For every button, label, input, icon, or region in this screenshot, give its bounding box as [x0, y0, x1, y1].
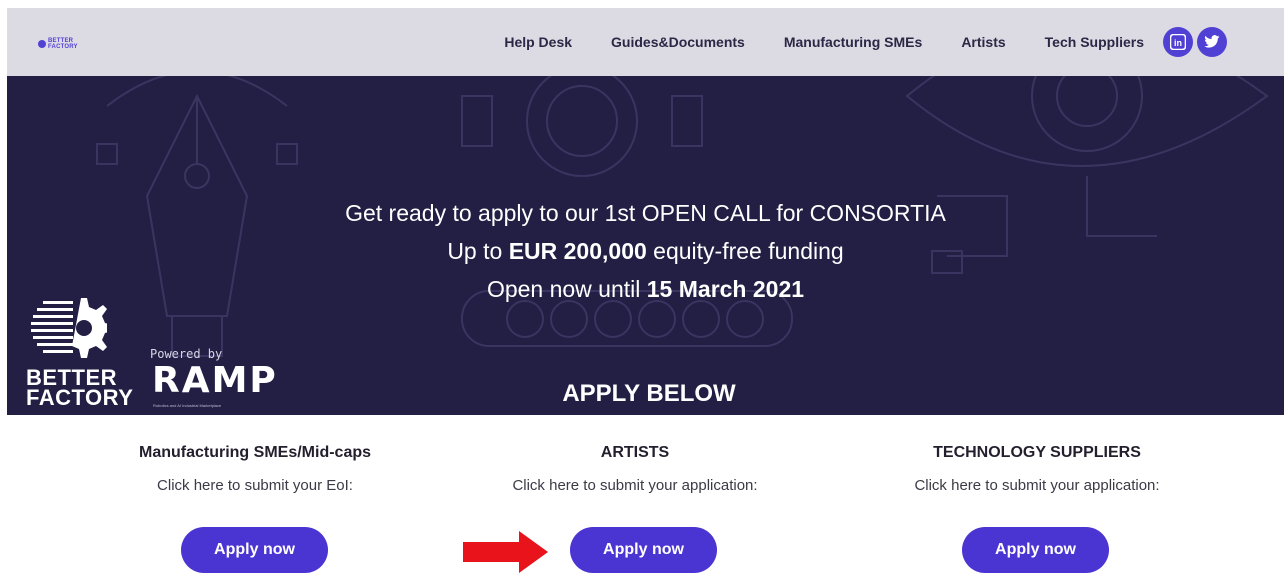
- apply-below-heading: APPLY BELOW: [562, 380, 736, 407]
- top-nav: BETTER FACTORY Help Desk Guides&Document…: [7, 8, 1284, 76]
- column-title: ARTISTS: [600, 444, 670, 461]
- column-subtitle: Click here to submit your application:: [914, 477, 1160, 494]
- red-arrow-icon: [463, 531, 548, 573]
- linkedin-icon[interactable]: in: [1163, 27, 1193, 57]
- column-subtitle: Click here to submit your application:: [512, 477, 758, 494]
- hero-line-1: Get ready to apply to our 1st OPEN CALL …: [345, 200, 946, 226]
- hero-funding-amount: EUR 200,000: [508, 238, 647, 264]
- nav-link-tech-suppliers[interactable]: Tech Suppliers: [1045, 34, 1144, 50]
- better-factory-gear-icon: [31, 298, 107, 358]
- hero-banner: Get ready to apply to our 1st OPEN CALL …: [7, 76, 1284, 415]
- nav-link-manufacturing-smes[interactable]: Manufacturing SMEs: [784, 34, 922, 50]
- powered-by-label: Powered by: [150, 347, 223, 361]
- apply-now-button-tech-suppliers[interactable]: Apply now: [962, 527, 1109, 573]
- nav-link-guides[interactable]: Guides&Documents: [611, 34, 745, 50]
- apply-now-button-artists[interactable]: Apply now: [570, 527, 717, 573]
- column-technology-suppliers: TECHNOLOGY SUPPLIERS Click here to submi…: [882, 440, 1192, 573]
- hero-line-3-pre: Open now until: [486, 276, 647, 302]
- hero-line-2: Up to EUR 200,000 equity-free funding: [7, 232, 1284, 270]
- column-subtitle: Click here to submit your EoI:: [157, 477, 353, 494]
- column-artists: ARTISTS Click here to submit your applic…: [485, 440, 785, 573]
- column-title: TECHNOLOGY SUPPLIERS: [933, 444, 1141, 461]
- twitter-icon[interactable]: [1197, 27, 1227, 57]
- hero-deadline: 15 March 2021: [646, 276, 805, 302]
- apply-now-button-smes[interactable]: Apply now: [181, 527, 328, 573]
- hero-headline: Get ready to apply to our 1st OPEN CALL …: [7, 194, 1284, 308]
- linkedin-glyph: in: [1174, 38, 1182, 48]
- column-manufacturing-smes: Manufacturing SMEs/Mid-caps Click here t…: [105, 440, 405, 573]
- hero-line-2-pre: Up to: [447, 238, 509, 264]
- nav-link-artists[interactable]: Artists: [961, 34, 1005, 50]
- hero-line-3: Open now until 15 March 2021: [7, 270, 1284, 308]
- hero-line-2-post: equity-free funding: [646, 238, 844, 264]
- nav-links: Help Desk Guides&Documents Manufacturing…: [504, 8, 1284, 76]
- header-logo-line2: FACTORY: [48, 44, 78, 50]
- gear-icon: [38, 40, 46, 48]
- nav-link-help-desk[interactable]: Help Desk: [504, 34, 572, 50]
- header-logo[interactable]: BETTER FACTORY: [38, 38, 78, 50]
- column-title: Manufacturing SMEs/Mid-caps: [138, 444, 372, 461]
